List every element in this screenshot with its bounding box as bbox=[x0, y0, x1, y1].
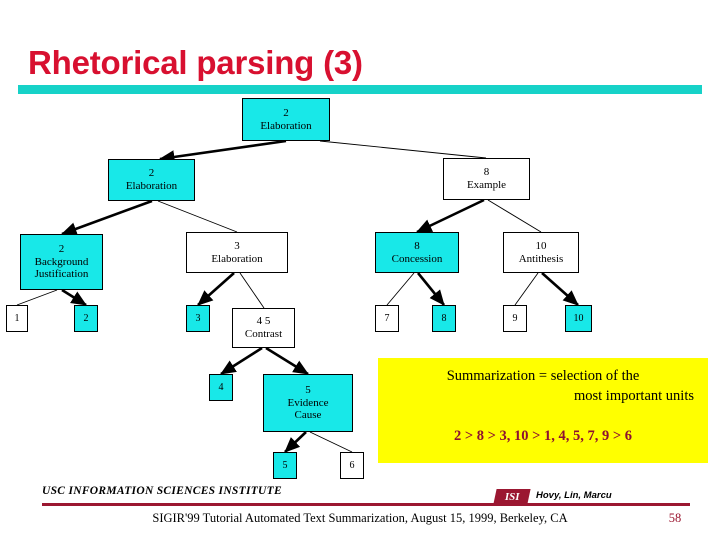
tree-node-leaf-6[interactable]: 6 bbox=[340, 452, 364, 479]
tree-node-root-line-2: Elaboration bbox=[260, 119, 312, 132]
tree-node-n2-elab[interactable]: 2 Elaboration bbox=[108, 159, 195, 201]
tree-node-n5-evidence-line-1: 5 bbox=[305, 383, 311, 396]
tree-node-n5-evidence-line-3: Cause bbox=[294, 409, 322, 422]
tree-node-root-line-1: 2 bbox=[283, 106, 289, 119]
tree-edge-n5-evidence-to-leaf-6 bbox=[309, 431, 353, 453]
tree-node-leaf-6-line-1: 6 bbox=[349, 459, 355, 471]
tree-node-n45-contrast[interactable]: 4 5 Contrast bbox=[232, 308, 295, 348]
footer-organization: USC INFORMATION SCIENCES INSTITUTE bbox=[42, 485, 282, 497]
tree-node-leaf-1-line-1: 1 bbox=[14, 312, 20, 324]
tree-node-n10-antith[interactable]: 10 Antithesis bbox=[503, 232, 579, 273]
tree-node-leaf-2-line-1: 2 bbox=[83, 312, 89, 324]
tree-edge-root-to-n2-elab bbox=[158, 139, 287, 164]
tree-edge-n2-backjust-to-leaf-2 bbox=[61, 288, 87, 307]
tree-node-n2-elab-line-1: 2 bbox=[148, 167, 155, 180]
tree-edge-n2-elab-to-n3-elab bbox=[157, 200, 238, 233]
tree-node-n8-example-line-1: 8 bbox=[483, 166, 490, 179]
tree-node-n45-contrast-line-2: Contrast bbox=[244, 328, 283, 340]
slide-canvas: Rhetorical parsing (3) 2 Elaboration 2 Elab… bbox=[0, 0, 720, 540]
tree-node-n45-contrast-line-1: 4 5 bbox=[256, 315, 271, 328]
isi-logo-text: ISI bbox=[504, 490, 520, 503]
tree-node-n2-backjust-line-1: 2 bbox=[58, 242, 65, 255]
tree-edge-n8-concess-to-leaf-7 bbox=[386, 272, 415, 306]
tree-node-leaf-5-line-1: 5 bbox=[282, 459, 288, 471]
footer-authors: Hovy, Lin, Marcu bbox=[536, 490, 612, 501]
tree-node-n5-evidence-line-2: Evidence bbox=[287, 396, 329, 409]
tree-edge-n45-contrast-to-leaf-4 bbox=[220, 346, 263, 376]
tree-edge-n3-elab-to-n45-contrast bbox=[239, 272, 265, 309]
tree-node-leaf-9[interactable]: 9 bbox=[503, 305, 527, 332]
tree-node-n10-antith-line-2: Antithesis bbox=[518, 252, 564, 265]
tree-node-n8-example-line-2: Example bbox=[466, 179, 507, 191]
tree-edge-n2-backjust-to-leaf-1 bbox=[16, 289, 58, 306]
tree-node-leaf-7[interactable]: 7 bbox=[375, 305, 399, 332]
tree-node-n8-concess-line-1: 8 bbox=[414, 239, 420, 252]
tree-node-n2-backjust[interactable]: 2 Background Justification bbox=[20, 234, 103, 290]
tree-node-leaf-3-line-1: 3 bbox=[195, 312, 201, 324]
footer-divider-rule bbox=[42, 503, 690, 506]
tree-edge-n8-example-to-n8-concess bbox=[416, 198, 485, 234]
tree-node-n2-backjust-line-3: Justification bbox=[34, 268, 89, 281]
summarization-line-2: most important units bbox=[573, 388, 694, 404]
tree-node-n8-concess[interactable]: 8 Concession bbox=[375, 232, 459, 273]
tree-edge-n8-concess-to-leaf-8 bbox=[416, 272, 446, 306]
tree-node-leaf-10-line-1: 10 bbox=[573, 312, 584, 324]
tree-edge-n3-elab-to-leaf-3 bbox=[197, 272, 235, 306]
tree-edge-n10-antith-to-leaf-10 bbox=[541, 272, 579, 306]
tree-edge-root-to-n8-example bbox=[319, 140, 487, 159]
tree-node-n8-example[interactable]: 8 Example bbox=[443, 158, 530, 200]
footer-caption: SIGIR'99 Tutorial Automated Text Summari… bbox=[152, 511, 568, 525]
tree-edge-n5-evidence-to-leaf-5 bbox=[284, 431, 307, 453]
tree-node-leaf-3[interactable]: 3 bbox=[186, 305, 210, 332]
tree-node-leaf-10[interactable]: 10 bbox=[565, 305, 592, 332]
tree-edge-n45-contrast-to-n5-evidence bbox=[265, 346, 309, 376]
tree-node-leaf-9-line-1: 9 bbox=[512, 312, 518, 324]
tree-node-leaf-8[interactable]: 8 bbox=[432, 305, 456, 332]
tree-node-leaf-8-line-1: 8 bbox=[441, 312, 447, 324]
tree-edge-n10-antith-to-leaf-9 bbox=[514, 272, 539, 306]
importance-ranking: 2 > 8 > 3, 10 > 1, 4, 5, 7, 9 > 6 bbox=[453, 428, 633, 444]
tree-node-leaf-4[interactable]: 4 bbox=[209, 374, 233, 401]
tree-node-leaf-1[interactable]: 1 bbox=[6, 305, 28, 332]
tree-node-n3-elab-line-1: 3 bbox=[234, 239, 240, 252]
tree-node-n5-evidence[interactable]: 5 Evidence Cause bbox=[263, 374, 353, 432]
tree-node-leaf-2[interactable]: 2 bbox=[74, 305, 98, 332]
tree-edge-n8-example-to-n10-antith bbox=[487, 199, 542, 233]
summarization-statement: Summarization = selection of the most im… bbox=[392, 366, 694, 406]
tree-node-n3-elab[interactable]: 3 Elaboration bbox=[186, 232, 288, 273]
tree-node-n10-antith-line-1: 10 bbox=[535, 239, 547, 252]
summarization-callout: Summarization = selection of the most im… bbox=[378, 358, 708, 463]
page-number: 58 bbox=[668, 511, 682, 525]
tree-edge-n2-elab-to-n2-backjust bbox=[61, 199, 153, 236]
tree-node-leaf-5[interactable]: 5 bbox=[273, 452, 297, 479]
summarization-line-1: Summarization = selection of the bbox=[446, 368, 640, 384]
tree-node-n2-elab-line-2: Elaboration bbox=[125, 180, 178, 192]
tree-node-leaf-4-line-1: 4 bbox=[218, 381, 224, 393]
tree-node-n2-backjust-line-2: Background bbox=[34, 255, 89, 268]
tree-node-n3-elab-line-2: Elaboration bbox=[211, 252, 263, 265]
tree-node-n8-concess-line-2: Concession bbox=[391, 252, 443, 265]
tree-node-leaf-7-line-1: 7 bbox=[384, 312, 390, 324]
tree-node-root[interactable]: 2 Elaboration bbox=[242, 98, 330, 141]
isi-logo-icon: ISI bbox=[493, 489, 531, 504]
